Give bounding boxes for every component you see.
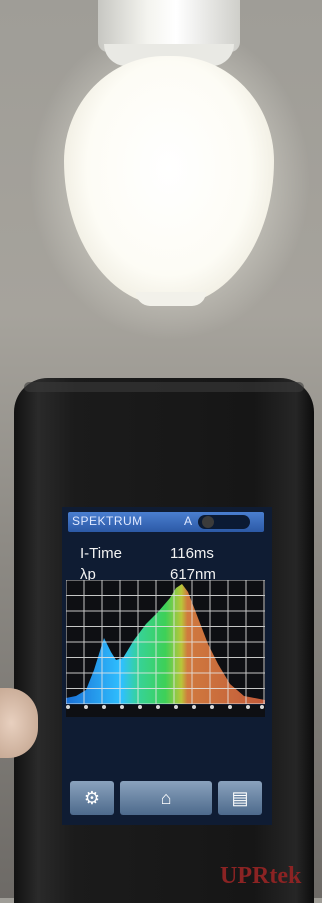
home-button[interactable]: ⌂ <box>120 781 212 815</box>
axis-tick <box>192 705 196 709</box>
toggle-knob[interactable] <box>202 516 214 528</box>
axis-tick <box>66 705 70 709</box>
auto-mode-badge: A <box>183 514 192 528</box>
axis-tick <box>260 705 264 709</box>
settings-button[interactable]: ⚙ <box>70 781 114 815</box>
axis-tick <box>84 705 88 709</box>
axis-tick <box>210 705 214 709</box>
bulb-tip <box>136 292 206 306</box>
axis-tick <box>174 705 178 709</box>
axis-tick <box>120 705 124 709</box>
axis-tick <box>246 705 250 709</box>
save-button[interactable]: ▤ <box>218 781 262 815</box>
save-icon: ▤ <box>231 787 249 808</box>
brand-logo: UPRtek <box>220 863 302 889</box>
axis-tick <box>156 705 160 709</box>
integration-time-label: I-Time <box>80 545 122 562</box>
integration-time-value: 116ms <box>170 545 214 562</box>
wavelength-axis <box>66 705 265 717</box>
screen-title: SPEKTRUM <box>72 514 143 528</box>
device-top-edge <box>24 382 304 392</box>
axis-tick <box>138 705 142 709</box>
spectrum-plot <box>66 580 265 704</box>
gear-icon: ⚙ <box>83 787 101 808</box>
axis-tick <box>102 705 106 709</box>
axis-tick <box>228 705 232 709</box>
spectrum-curve <box>66 584 265 704</box>
home-icon: ⌂ <box>160 787 172 808</box>
